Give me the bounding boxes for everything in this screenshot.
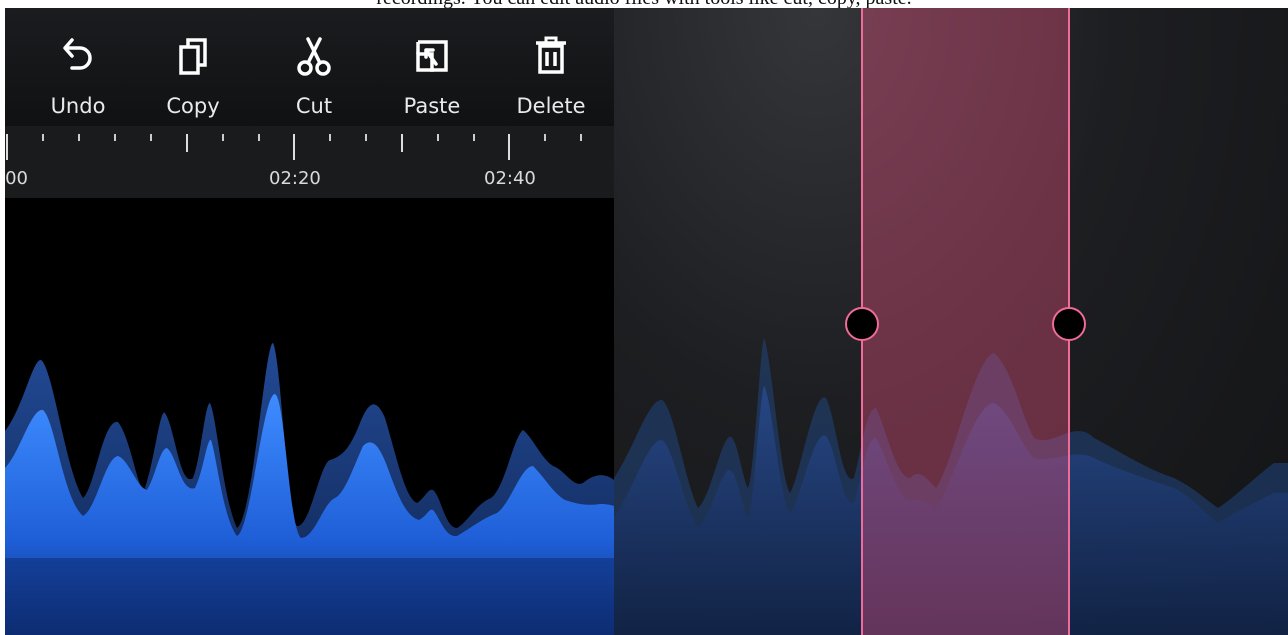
delete-button[interactable]: Delete [496,8,606,126]
selection-end-handle[interactable] [1052,307,1086,341]
editor-panel: Undo Copy Cut Paste Delete 00 02:20 02:4… [5,8,614,635]
waveform-glow [5,558,614,635]
selection-start-handle[interactable] [845,307,879,341]
scissors-icon [297,37,331,76]
selection-panel [614,8,1288,635]
copy-label: Copy [166,94,220,118]
paste-label: Paste [403,94,461,118]
undo-button[interactable]: Undo [23,8,133,126]
paste-button[interactable]: Paste [377,8,487,126]
timeline-ruler[interactable]: :00 02:20 02:40 [5,126,614,198]
time-label: 02:40 [484,168,536,189]
trash-icon [536,36,566,74]
edit-toolbar: Undo Copy Cut Paste Delete [5,8,614,126]
selection-region[interactable] [862,8,1069,635]
copy-button[interactable]: Copy [138,8,248,126]
undo-label: Undo [50,94,106,118]
delete-label: Delete [516,94,586,118]
waveform-area[interactable] [5,198,614,635]
copy-icon [179,38,207,75]
paste-icon [416,40,448,72]
time-label: 02:20 [269,168,321,189]
time-label: :00 [5,168,28,189]
cut-button[interactable]: Cut [259,8,369,126]
cut-label: Cut [295,94,333,118]
selection-waveform[interactable] [614,8,1288,635]
undo-icon [63,38,92,70]
